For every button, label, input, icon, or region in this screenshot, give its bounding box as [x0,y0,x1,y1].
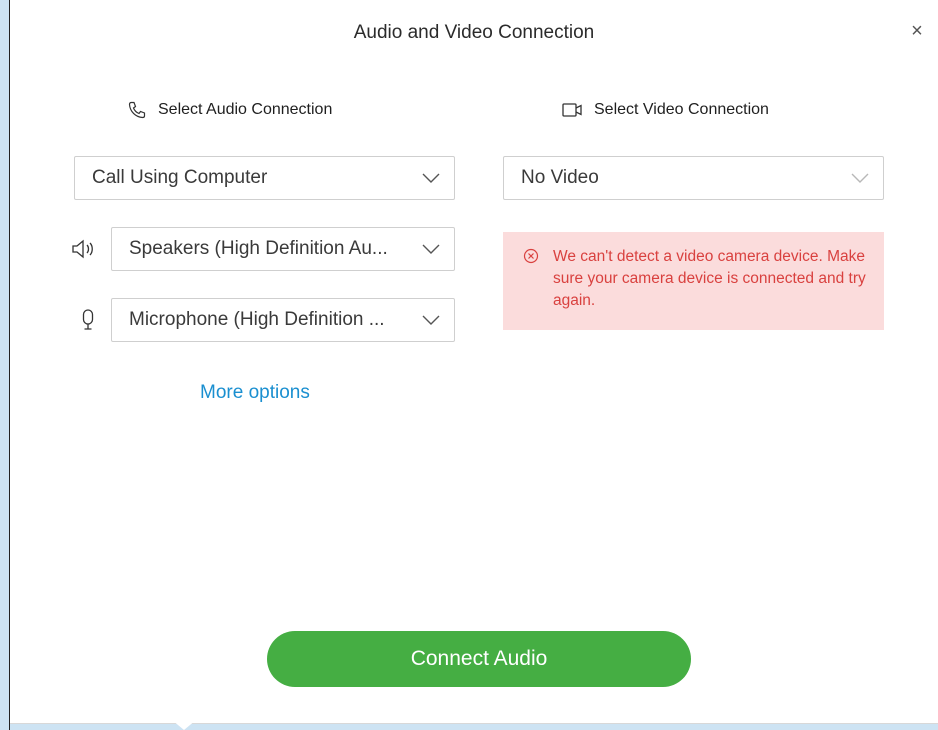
chevron-down-icon [422,172,440,184]
video-section-heading: Select Video Connection [562,98,769,122]
audio-connection-value: Call Using Computer [92,167,268,188]
dialog-pointer [172,720,196,730]
speaker-icon [71,236,97,262]
video-connection-select[interactable]: No Video [503,156,884,200]
phone-icon [126,99,148,121]
chevron-down-icon [422,314,440,326]
dialog-title: Audio and Video Connection [353,22,595,43]
chevron-down-icon [851,172,869,184]
speaker-select[interactable]: Speakers (High Definition Au... [111,227,455,271]
connect-audio-button[interactable]: Connect Audio [267,631,691,687]
video-camera-icon [562,99,584,121]
video-section-label: Select Video Connection [594,101,769,118]
error-text: We can't detect a video camera device. M… [553,248,866,309]
microphone-icon [75,307,101,333]
more-options-link[interactable]: More options [200,382,310,404]
window-frame-bottom [10,724,938,730]
error-circle-icon [523,246,539,330]
video-connection-value: No Video [521,167,599,188]
audio-section-heading: Select Audio Connection [126,98,332,122]
speaker-value: Speakers (High Definition Au... [129,238,388,259]
microphone-value: Microphone (High Definition ... [129,309,385,330]
close-icon: × [911,20,923,42]
chevron-down-icon [422,243,440,255]
audio-section-label: Select Audio Connection [158,101,333,118]
video-error-message: We can't detect a video camera device. M… [503,232,884,330]
window-frame-left [0,0,10,730]
audio-connection-select[interactable]: Call Using Computer [74,156,455,200]
microphone-select[interactable]: Microphone (High Definition ... [111,298,455,342]
close-button[interactable]: × [906,20,928,42]
audio-video-connection-dialog: Audio and Video Connection × Select Audi… [10,0,938,724]
